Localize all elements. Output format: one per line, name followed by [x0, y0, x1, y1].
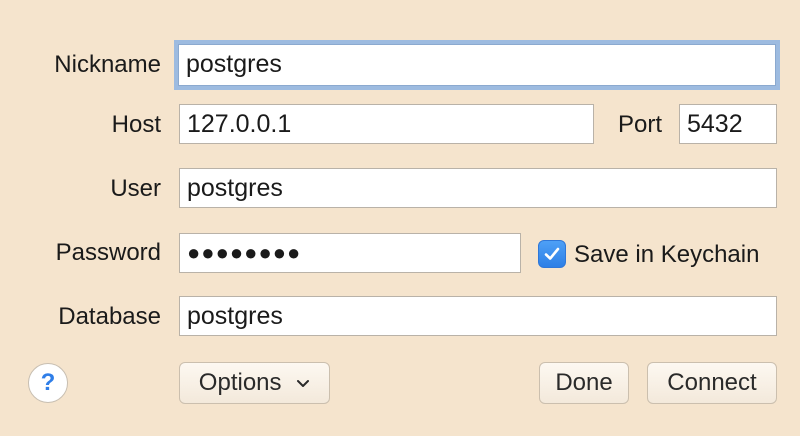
- help-icon: ?: [40, 369, 56, 396]
- connect-button[interactable]: Connect: [647, 362, 777, 404]
- connection-dialog: Nickname postgres Host 127.0.0.1 Port 54…: [0, 0, 800, 436]
- help-button[interactable]: ?: [28, 363, 68, 403]
- options-button[interactable]: Options: [179, 362, 330, 404]
- password-label: Password: [55, 239, 161, 266]
- user-label: User: [110, 175, 161, 202]
- save-keychain-label[interactable]: Save in Keychain: [574, 240, 759, 270]
- save-keychain-checkbox[interactable]: [538, 240, 566, 268]
- database-label: Database: [58, 303, 161, 330]
- user-field[interactable]: postgres: [179, 168, 777, 208]
- host-label: Host: [111, 111, 161, 138]
- nickname-field[interactable]: postgres: [178, 44, 776, 86]
- chevron-down-icon: [297, 379, 310, 387]
- password-field[interactable]: ●●●●●●●●: [179, 233, 521, 273]
- nickname-label: Nickname: [54, 51, 161, 78]
- port-label: Port: [617, 111, 662, 138]
- port-field[interactable]: 5432: [679, 104, 777, 144]
- database-field[interactable]: postgres: [179, 296, 777, 336]
- host-field[interactable]: 127.0.0.1: [179, 104, 594, 144]
- done-button[interactable]: Done: [539, 362, 629, 404]
- options-label: Options: [198, 369, 282, 396]
- checkmark-icon: [544, 247, 560, 260]
